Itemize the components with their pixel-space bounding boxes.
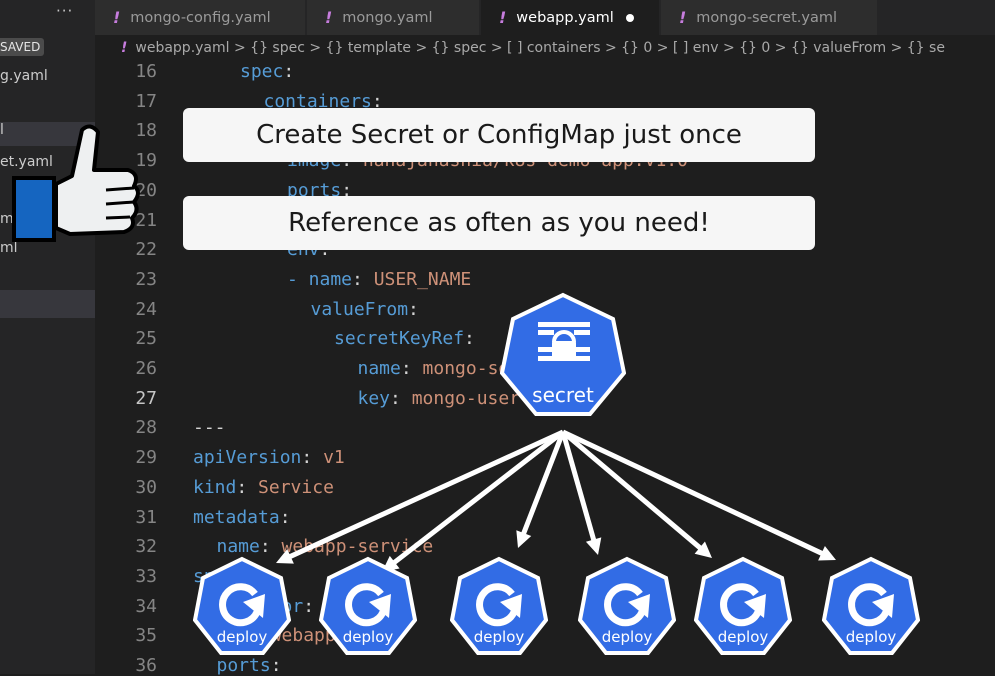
deploy-label: deploy	[473, 628, 525, 646]
deploy-label: deploy	[342, 628, 394, 646]
deploy-icon: deploy	[192, 556, 292, 656]
deploy-icon: deploy	[693, 556, 793, 656]
deploy-icon: deploy	[821, 556, 921, 656]
deploy-icon: deploy	[449, 556, 549, 656]
secret-label: secret	[532, 383, 594, 407]
deploy-label: deploy	[845, 628, 897, 646]
deploy-icon: deploy	[318, 556, 418, 656]
deploy-icon: deploy	[577, 556, 677, 656]
reference-arrow	[561, 429, 825, 557]
deploy-label: deploy	[216, 628, 268, 646]
deploy-label: deploy	[717, 628, 769, 646]
secret-icon: secret	[499, 292, 627, 416]
deploy-label: deploy	[601, 628, 653, 646]
arrow-head-icon	[585, 537, 602, 555]
reference-arrow	[561, 430, 703, 551]
